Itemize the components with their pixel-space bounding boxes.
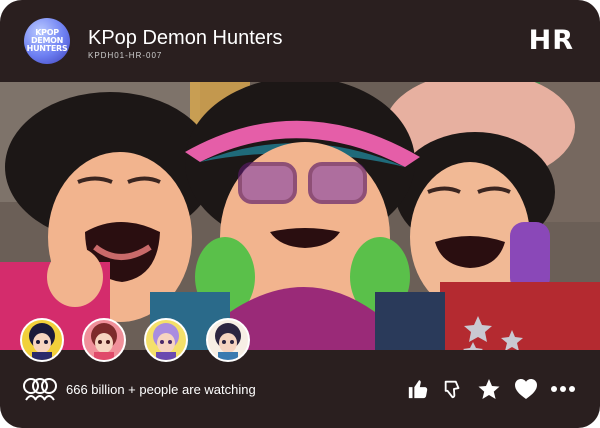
heart-icon [515, 379, 537, 399]
logo-line-3: HUNTERS [26, 44, 68, 53]
more-options-button[interactable] [550, 376, 576, 402]
thumbs-up-button[interactable] [405, 376, 431, 402]
star-button[interactable] [476, 376, 502, 402]
scene-illustration [0, 82, 600, 350]
card-title: KPop Demon Hunters [88, 27, 283, 49]
more-icon [551, 386, 575, 392]
thumbs-down-button[interactable] [440, 376, 466, 402]
card-footer: 666 billion + people are watching [0, 350, 600, 428]
card-code: KPDH01-HR-007 [88, 51, 163, 60]
thumbs-up-icon [408, 380, 428, 399]
watching-count: 666 billion + people are watching [66, 382, 256, 397]
scene-image [0, 82, 600, 350]
character-card: KPOP DEMON HUNTERS KPop Demon Hunters KP… [0, 0, 600, 428]
star-icon [478, 379, 500, 399]
card-header: KPOP DEMON HUNTERS KPop Demon Hunters KP… [0, 0, 600, 82]
thumbs-down-icon [444, 380, 460, 399]
heart-button[interactable] [513, 376, 539, 402]
rarity-badge: HR [528, 25, 574, 56]
people-icon [23, 378, 57, 401]
brand-logo: KPOP DEMON HUNTERS [24, 18, 70, 64]
